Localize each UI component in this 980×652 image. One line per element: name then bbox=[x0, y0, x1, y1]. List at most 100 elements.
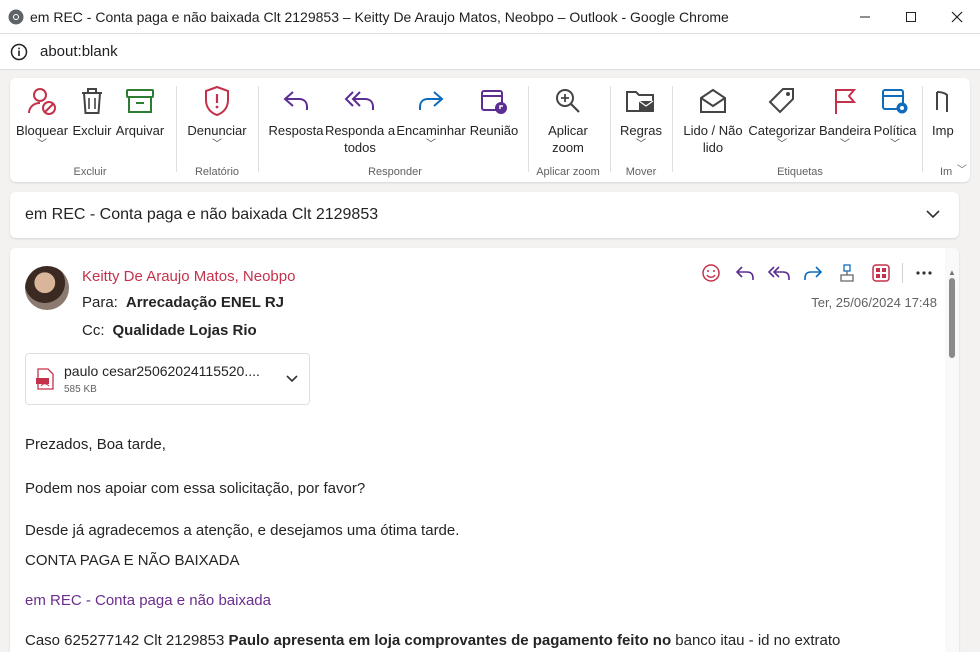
browser-titlebar: em REC - Conta paga e não baixada Clt 21… bbox=[0, 0, 980, 34]
message-actions bbox=[694, 262, 941, 284]
body-link[interactable]: em REC - Conta paga e não baixada bbox=[25, 592, 271, 609]
meeting-button[interactable]: Reunião bbox=[468, 84, 520, 139]
group-label-responder: Responder bbox=[368, 166, 422, 178]
chevron-down-icon[interactable]: ﹀ bbox=[890, 139, 900, 151]
chevron-down-icon[interactable]: ﹀ bbox=[426, 139, 436, 151]
report-label: Denunciar bbox=[187, 123, 247, 138]
ribbon-divider bbox=[528, 86, 529, 172]
ribbon-divider bbox=[258, 86, 259, 172]
tag-icon bbox=[765, 84, 799, 118]
zoom-button[interactable]: Aplicar zoom bbox=[538, 84, 598, 156]
block-label: Bloquear bbox=[15, 123, 69, 138]
more-actions-button[interactable] bbox=[907, 262, 941, 284]
message-scrollbar[interactable]: ▲ bbox=[945, 248, 959, 652]
trash-icon bbox=[75, 84, 109, 118]
ribbon-toolbar: Bloquear ﹀ Excluir Arquivar Excluir Denu… bbox=[10, 78, 970, 182]
ribbon-divider bbox=[672, 86, 673, 172]
actions-divider bbox=[902, 263, 903, 283]
body-greeting: Prezados, Boa tarde, bbox=[25, 436, 166, 453]
ribbon-divider bbox=[176, 86, 177, 172]
sender-name[interactable]: Keitty De Araujo Matos, Neobpo bbox=[82, 268, 295, 285]
address-bar[interactable]: about:blank bbox=[0, 34, 980, 70]
forward-to-app-button[interactable] bbox=[830, 262, 864, 284]
more-icon bbox=[916, 271, 932, 275]
group-label-zoom: Aplicar zoom bbox=[536, 166, 600, 178]
group-label-etiquetas: Etiquetas bbox=[777, 166, 823, 178]
maximize-button[interactable] bbox=[888, 0, 934, 34]
forward-label: Encaminhar bbox=[396, 123, 466, 138]
case-text: Caso 625277142 Clt 2129853 bbox=[25, 632, 229, 649]
apps-button[interactable] bbox=[864, 262, 898, 284]
subject-bar[interactable]: em REC - Conta paga e não baixada Clt 21… bbox=[10, 192, 959, 238]
scroll-up-icon[interactable]: ▲ bbox=[948, 268, 956, 277]
smiley-icon bbox=[702, 264, 720, 282]
forward-icon bbox=[414, 84, 448, 118]
reply-all-label-line2: todos bbox=[344, 140, 376, 155]
folder-mail-icon bbox=[624, 84, 658, 118]
info-icon[interactable] bbox=[10, 43, 28, 61]
reply-all-button-inline[interactable] bbox=[762, 262, 796, 284]
ribbon-scroll-down[interactable]: ﹀ bbox=[954, 78, 970, 182]
scroll-thumb[interactable] bbox=[949, 278, 955, 358]
chevron-down-icon[interactable] bbox=[925, 206, 941, 222]
rules-button[interactable]: Regras ﹀ bbox=[616, 84, 666, 151]
chevron-down-icon[interactable]: ﹀ bbox=[37, 139, 47, 151]
cc-recipient[interactable]: Qualidade Lojas Rio bbox=[113, 322, 257, 339]
flag-button[interactable]: Bandeira ﹀ bbox=[818, 84, 872, 151]
reply-icon bbox=[279, 84, 313, 118]
minimize-button[interactable] bbox=[842, 0, 888, 34]
url-text[interactable]: about:blank bbox=[40, 43, 118, 60]
case-text-end: banco itau - id no extrato bbox=[671, 632, 841, 649]
body-paragraph: Podem nos apoiar com essa solicitação, p… bbox=[25, 480, 366, 497]
subject-text: em REC - Conta paga e não baixada Clt 21… bbox=[25, 206, 379, 223]
reply-all-icon bbox=[767, 266, 790, 280]
ribbon-divider bbox=[610, 86, 611, 172]
attachment-name: paulo cesar25062024115520.... bbox=[64, 363, 260, 379]
envelope-open-icon bbox=[696, 84, 730, 118]
chevron-down-icon[interactable]: ﹀ bbox=[636, 139, 646, 151]
chrome-icon bbox=[8, 9, 24, 24]
forward-button[interactable]: Encaminhar ﹀ bbox=[396, 84, 466, 151]
window-title: em REC - Conta paga e não baixada Clt 21… bbox=[30, 8, 729, 25]
delete-button[interactable]: Excluir bbox=[70, 84, 114, 139]
reply-label: Resposta bbox=[268, 123, 324, 138]
react-button[interactable] bbox=[694, 262, 728, 284]
calendar-reply-icon bbox=[477, 84, 511, 118]
reply-button-inline[interactable] bbox=[728, 262, 762, 284]
window-controls bbox=[842, 0, 980, 34]
close-button[interactable] bbox=[934, 0, 980, 34]
body-paragraph: CONTA PAGA E NÃO BAIXADA bbox=[25, 552, 240, 569]
chevron-down-icon[interactable]: ﹀ bbox=[777, 139, 787, 151]
block-button[interactable]: Bloquear ﹀ bbox=[16, 84, 68, 151]
reply-button[interactable]: Resposta bbox=[268, 84, 324, 139]
cc-line: Cc: Qualidade Lojas Rio bbox=[82, 322, 257, 339]
ribbon-divider bbox=[922, 86, 923, 172]
case-bold-text: Paulo apresenta em loja comprovantes de … bbox=[228, 632, 672, 649]
zoom-label-line2: zoom bbox=[552, 140, 584, 155]
chevron-down-icon[interactable]: ﹀ bbox=[212, 139, 222, 151]
close-icon bbox=[951, 11, 963, 23]
policy-button[interactable]: Política ﹀ bbox=[872, 84, 918, 151]
immersive-reader-button[interactable]: Imp bbox=[932, 84, 956, 139]
read-unread-button[interactable]: Lido / Não lido bbox=[680, 84, 746, 156]
pdf-file-icon bbox=[36, 368, 54, 390]
archive-icon bbox=[123, 84, 157, 118]
group-label-excluir: Excluir bbox=[73, 166, 107, 178]
chevron-down-icon[interactable]: ﹀ bbox=[840, 139, 850, 151]
attachment-card[interactable]: paulo cesar25062024115520.... 585 KB bbox=[25, 353, 310, 405]
policy-icon bbox=[878, 84, 912, 118]
reply-all-icon bbox=[343, 84, 377, 118]
to-recipient[interactable]: Arrecadação ENEL RJ bbox=[126, 294, 284, 311]
categorize-button[interactable]: Categorizar ﹀ bbox=[748, 84, 816, 151]
report-button[interactable]: Denunciar ﹀ bbox=[186, 84, 248, 151]
chevron-down-icon[interactable] bbox=[285, 372, 299, 386]
meeting-label: Reunião bbox=[469, 123, 519, 138]
reply-all-button[interactable]: Responda a todos bbox=[325, 84, 395, 156]
avatar[interactable] bbox=[25, 266, 69, 310]
zoom-in-icon bbox=[551, 84, 585, 118]
forward-button-inline[interactable] bbox=[796, 262, 830, 284]
rules-label: Regras bbox=[620, 123, 662, 138]
body-paragraph: Caso 625277142 Clt 2129853 Paulo apresen… bbox=[25, 632, 840, 649]
cc-label: Cc: bbox=[82, 322, 105, 339]
archive-button[interactable]: Arquivar bbox=[114, 84, 166, 139]
